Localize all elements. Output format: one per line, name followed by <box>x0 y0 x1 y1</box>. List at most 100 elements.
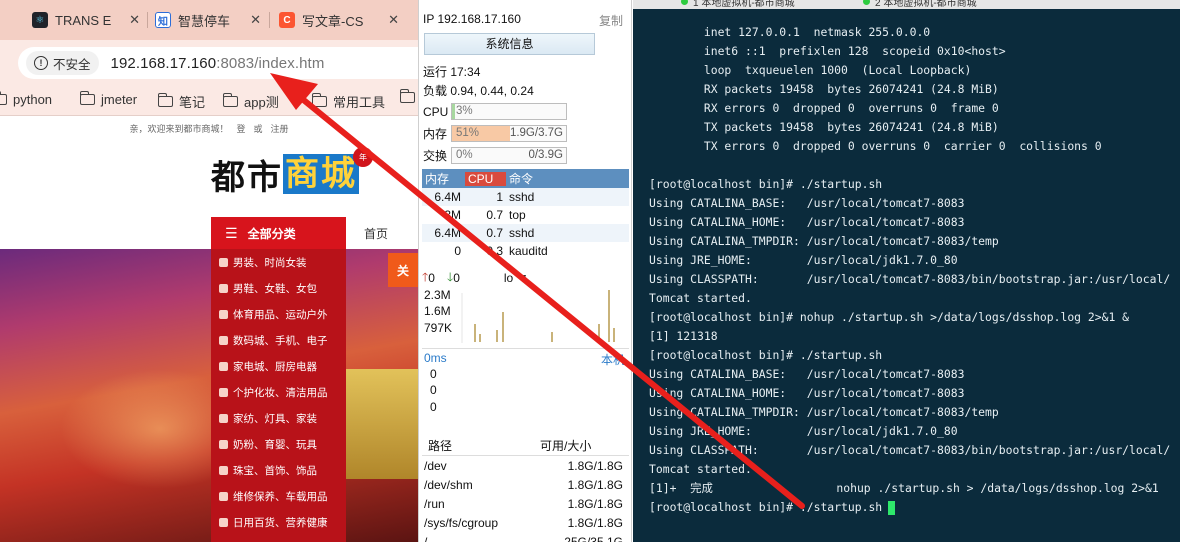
terminal-line-text: [root@localhost bin]# nohup ./startup.sh… <box>649 310 1130 324</box>
category-item[interactable]: 家纺、灯具、家装 <box>211 405 346 431</box>
terminal-tab-label: 1 本地虚拟机-都市商城 <box>693 0 795 9</box>
terminal-tab-2[interactable]: 2 本地虚拟机-都市商城 <box>863 0 977 9</box>
disk-size: 1.8G/1.8G <box>567 496 623 511</box>
category-item[interactable]: 男装、时尚女装 <box>211 249 346 275</box>
sort-by-command[interactable]: 命令 <box>506 170 629 187</box>
category-label: 奶粉、育婴、玩具 <box>233 438 317 451</box>
tab-parking[interactable]: 知 智慧停车 ✕ <box>155 6 263 34</box>
terminal-line: Tomcat started. <box>649 460 1180 479</box>
process-row[interactable]: 0 0.3 kauditd <box>422 242 629 260</box>
bookmarks-bar: python jmeter 笔记 app测 常用工具 <box>0 84 418 116</box>
category-item[interactable]: 数码城、手机、电子 <box>211 327 346 353</box>
latency-label: 0ms <box>424 351 447 365</box>
bookmark-app-test[interactable]: app测 <box>222 92 279 111</box>
security-indicator[interactable]: ! 不安全 <box>26 51 99 75</box>
address-bar[interactable]: ! 不安全 192.168.17.160:8083/index.htm <box>18 47 418 79</box>
terminal-line: loop txqueuelen 1000 (Local Loopback) <box>649 61 1180 80</box>
terminal-tab-1[interactable]: 1 本地虚拟机-都市商城 <box>681 0 795 9</box>
disk-path: /dev <box>424 458 447 473</box>
disk-row[interactable]: / 25G/35.1G <box>422 532 629 542</box>
banner-promo-tag[interactable]: 关 <box>388 253 418 287</box>
bookmark-label: python <box>13 92 53 107</box>
bookmark-image[interactable] <box>399 89 418 103</box>
ssh-terminal[interactable]: 1 本地虚拟机-都市商城 2 本地虚拟机-都市商城 inet 127.0.0.1… <box>633 0 1180 542</box>
system-info-button[interactable]: 系统信息 <box>424 33 595 55</box>
bookmark-python[interactable]: python <box>0 91 53 107</box>
disk-row[interactable]: /run 1.8G/1.8G <box>422 494 629 513</box>
terminal-tab-strip: 1 本地虚拟机-都市商城 2 本地虚拟机-都市商城 <box>633 0 1180 9</box>
category-item[interactable]: 日用百货、营养健康 <box>211 509 346 535</box>
process-rows: 6.4M 1 sshd 3M 0.7 top 6.4M 0.7 sshd 0 0.3 kauditd <box>422 188 629 260</box>
terminal-line: inet6 ::1 prefixlen 128 scopeid 0x10<hos… <box>649 42 1180 61</box>
sort-by-memory[interactable]: 内存 <box>422 170 465 187</box>
disk-size: 25G/35.1G <box>564 534 623 542</box>
close-tab-icon[interactable]: ✕ <box>129 12 140 28</box>
process-memory: 6.4M <box>434 190 461 204</box>
category-icon <box>219 491 228 501</box>
terminal-line-text: [1]+ 完成 nohup ./startup.sh > /data/logs/… <box>649 481 1159 495</box>
bookmark-notes[interactable]: 笔记 <box>157 92 206 111</box>
close-tab-icon[interactable]: ✕ <box>388 12 399 28</box>
disk-size-header[interactable]: 可用/大小 <box>540 437 629 454</box>
load-average: 负载 0.94, 0.44, 0.24 <box>423 84 534 98</box>
traffic-bar <box>598 324 600 342</box>
bookmark-label: 笔记 <box>179 95 206 110</box>
sort-by-cpu[interactable]: CPU <box>465 171 506 186</box>
process-memory: 3M <box>444 208 461 222</box>
traffic-bar <box>496 330 498 342</box>
category-item[interactable]: 男鞋、女鞋、女包 <box>211 275 346 301</box>
swap-usage-bar: 0% 0/3.9G <box>451 147 567 164</box>
category-item[interactable]: 个护化妆、清洁用品 <box>211 379 346 405</box>
category-item[interactable]: 体育用品、运动户外 <box>211 301 346 327</box>
category-label: 维修保养、车载用品 <box>233 490 328 503</box>
bookmark-jmeter[interactable]: jmeter <box>79 91 137 107</box>
close-tab-icon[interactable]: ✕ <box>250 12 261 28</box>
latency-value: 0 <box>430 367 437 381</box>
tab-label: 智慧停车 <box>178 13 231 29</box>
disk-table-header: 路径 可用/大小 <box>422 436 629 456</box>
terminal-line: [root@localhost bin]# ./startup.sh <box>649 498 1180 517</box>
interface-select[interactable]: lo ▼ <box>504 271 529 285</box>
disk-row[interactable]: /dev/shm 1.8G/1.8G <box>422 475 629 494</box>
terminal-line-text: Using CLASSPATH: /usr/local/tomcat7-8083… <box>649 272 1171 286</box>
all-categories-button[interactable]: ☰ 全部分类 <box>211 217 346 249</box>
or-text: 或 <box>253 124 263 134</box>
bookmark-tools[interactable]: 常用工具 <box>311 92 385 111</box>
category-item[interactable]: 维修保养、车载用品 <box>211 483 346 509</box>
process-command: top <box>509 208 526 222</box>
process-row[interactable]: 6.4M 0.7 sshd <box>422 224 629 242</box>
promo-banner[interactable]: 关 <box>0 249 418 542</box>
terminal-line-text: Using CATALINA_TMPDIR: /usr/local/tomcat… <box>649 234 999 248</box>
process-row[interactable]: 6.4M 1 sshd <box>422 188 629 206</box>
register-link[interactable]: 注册 <box>271 124 289 134</box>
login-link[interactable]: 登 <box>236 124 245 134</box>
terminal-line-text: Tomcat started. <box>649 291 752 305</box>
mall-logo[interactable]: 都市 商城 年 <box>211 147 373 198</box>
category-item[interactable]: 家电城、厨房电器 <box>211 353 346 379</box>
traffic-bar <box>551 332 553 342</box>
folder-icon <box>79 91 95 105</box>
terminal-line: [1]+ 完成 nohup ./startup.sh > /data/logs/… <box>649 479 1180 498</box>
copy-ip-button[interactable]: 复制 <box>599 12 623 29</box>
process-row[interactable]: 3M 0.7 top <box>422 206 629 224</box>
process-table: 内存 CPU 命令 6.4M 1 sshd 3M 0.7 top 6.4M 0.7 sshd 0 0… <box>422 169 629 260</box>
disk-path-header[interactable]: 路径 <box>422 437 540 454</box>
disk-path: /sys/fs/cgroup <box>424 515 499 530</box>
nav-home-link[interactable]: 首页 <box>364 225 388 242</box>
latency-target: 本机 <box>600 353 625 367</box>
terminal-line-text: [1] 121318 <box>649 329 718 343</box>
tab-csdn[interactable]: C 写文章-CS ✕ <box>279 6 399 34</box>
connected-dot-icon <box>863 0 870 5</box>
url-text[interactable]: 192.168.17.160:8083/index.htm <box>111 55 325 72</box>
process-cpu: 0.3 <box>486 244 503 258</box>
disk-row[interactable]: /dev 1.8G/1.8G <box>422 456 629 475</box>
disk-size: 1.8G/1.8G <box>567 515 623 530</box>
category-item[interactable]: 奶粉、育婴、玩具 <box>211 431 346 457</box>
disk-row[interactable]: /sys/fs/cgroup 1.8G/1.8G <box>422 513 629 532</box>
interface-name: lo <box>503 271 514 285</box>
tab-trans[interactable]: ⚛ TRANS E ✕ <box>32 6 142 34</box>
terminal-line-text: TX errors 0 dropped 0 overruns 0 carrier… <box>649 139 1102 153</box>
logo-text-black: 都市 <box>211 157 283 198</box>
category-item[interactable]: 珠宝、首饰、饰品 <box>211 457 346 483</box>
category-icon <box>219 387 228 397</box>
